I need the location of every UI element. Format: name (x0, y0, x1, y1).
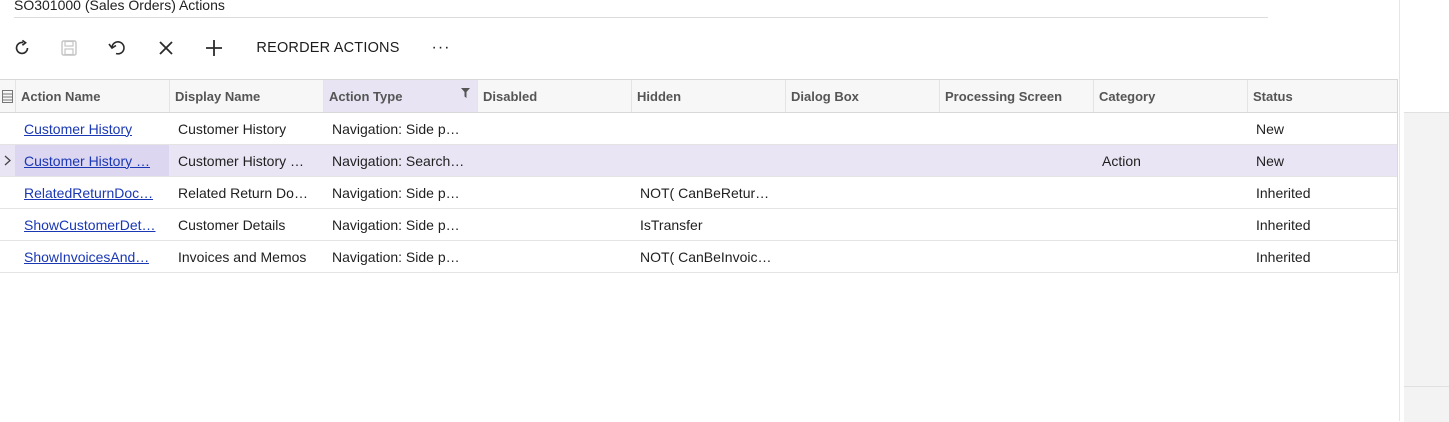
cell-hidden[interactable]: NOT( CanBeRetur… (631, 177, 785, 208)
table-settings-icon (2, 89, 13, 103)
cell-status[interactable]: Inherited (1247, 241, 1397, 272)
side-panel-bottom (1404, 386, 1449, 422)
undo-icon (108, 41, 125, 55)
col-action-type[interactable]: Action Type (323, 80, 477, 112)
col-status[interactable]: Status (1247, 80, 1397, 112)
col-action-name[interactable]: Action Name (15, 80, 169, 112)
action-name-link[interactable]: ShowCustomerDet… (24, 217, 156, 233)
row-indicator[interactable] (0, 145, 15, 176)
table-row-selected[interactable]: Customer History … Customer History … Na… (0, 145, 1397, 177)
cell-disabled[interactable] (477, 145, 631, 176)
main-panel: SO301000 (Sales Orders) Actions REORDER … (0, 0, 1399, 421)
cell-action-name[interactable]: ShowInvoicesAnd… (15, 241, 169, 272)
delete-button[interactable] (150, 30, 182, 66)
panel-title-bar: SO301000 (Sales Orders) Actions (14, 0, 1268, 18)
cell-processing-screen[interactable] (939, 241, 1093, 272)
table-row[interactable]: ShowInvoicesAnd… Invoices and Memos Navi… (0, 241, 1397, 273)
cell-display-name[interactable]: Customer Details (169, 209, 323, 240)
col-display-name[interactable]: Display Name (169, 80, 323, 112)
more-button[interactable]: ··· (424, 30, 458, 66)
more-icon: ··· (431, 39, 451, 56)
actions-grid: Action Name Display Name Action Type Dis… (0, 79, 1398, 273)
cell-dialog-box[interactable] (785, 241, 939, 272)
table-row[interactable]: ShowCustomerDet… Customer Details Naviga… (0, 209, 1397, 241)
cell-processing-screen[interactable] (939, 145, 1093, 176)
cell-hidden[interactable] (631, 113, 785, 144)
cell-dialog-box[interactable] (785, 209, 939, 240)
cell-category[interactable]: Action (1093, 145, 1247, 176)
cell-action-type[interactable]: Navigation: Side p… (323, 209, 477, 240)
cell-dialog-box[interactable] (785, 113, 939, 144)
refresh-icon (15, 39, 29, 55)
cell-display-name[interactable]: Customer History (169, 113, 323, 144)
action-name-link[interactable]: RelatedReturnDoc… (24, 185, 153, 201)
col-category[interactable]: Category (1093, 80, 1247, 112)
cell-display-name[interactable]: Invoices and Memos (169, 241, 323, 272)
cell-status[interactable]: Inherited (1247, 177, 1397, 208)
reorder-actions-button[interactable]: REORDER ACTIONS (246, 30, 410, 66)
side-panel (1399, 0, 1449, 422)
toolbar: REORDER ACTIONS ··· (0, 30, 1399, 66)
cell-action-type[interactable]: Navigation: Side p… (323, 241, 477, 272)
row-indicator[interactable] (0, 177, 15, 208)
undo-button[interactable] (101, 30, 133, 66)
cell-dialog-box[interactable] (785, 145, 939, 176)
cell-disabled[interactable] (477, 241, 631, 272)
filter-icon[interactable] (461, 88, 470, 98)
save-button[interactable] (53, 30, 85, 66)
cell-action-type[interactable]: Navigation: Side p… (323, 177, 477, 208)
cell-hidden[interactable] (631, 145, 785, 176)
cell-display-name[interactable]: Related Return Do… (169, 177, 323, 208)
cell-dialog-box[interactable] (785, 177, 939, 208)
cell-status[interactable]: Inherited (1247, 209, 1397, 240)
chevron-right-icon (4, 155, 11, 166)
refresh-button[interactable] (6, 30, 38, 66)
row-indicator[interactable] (0, 209, 15, 240)
cell-action-name[interactable]: Customer History (15, 113, 169, 144)
action-name-link[interactable]: ShowInvoicesAnd… (24, 249, 149, 265)
cell-processing-screen[interactable] (939, 177, 1093, 208)
col-hidden[interactable]: Hidden (631, 80, 785, 112)
cell-display-name[interactable]: Customer History … (169, 145, 323, 176)
grid-header: Action Name Display Name Action Type Dis… (0, 80, 1397, 113)
action-name-link[interactable]: Customer History (24, 121, 132, 137)
table-row[interactable]: Customer History Customer History Naviga… (0, 113, 1397, 145)
save-icon (61, 40, 77, 56)
cell-status[interactable]: New (1247, 113, 1397, 144)
close-icon (159, 41, 173, 55)
cell-category[interactable] (1093, 209, 1247, 240)
panel-title: SO301000 (Sales Orders) Actions (14, 0, 225, 13)
cell-category[interactable] (1093, 241, 1247, 272)
cell-hidden[interactable]: IsTransfer (631, 209, 785, 240)
cell-action-type[interactable]: Navigation: Search… (323, 145, 477, 176)
cell-action-name[interactable]: RelatedReturnDoc… (15, 177, 169, 208)
cell-category[interactable] (1093, 177, 1247, 208)
cell-disabled[interactable] (477, 177, 631, 208)
cell-hidden[interactable]: NOT( CanBeInvoic… (631, 241, 785, 272)
cell-disabled[interactable] (477, 209, 631, 240)
side-panel-top (1404, 0, 1449, 113)
add-button[interactable] (198, 30, 230, 66)
cell-processing-screen[interactable] (939, 113, 1093, 144)
table-row[interactable]: RelatedReturnDoc… Related Return Do… Nav… (0, 177, 1397, 209)
cell-action-name[interactable]: Customer History … (15, 145, 169, 176)
row-indicator[interactable] (0, 241, 15, 272)
cell-category[interactable] (1093, 113, 1247, 144)
cell-action-name[interactable]: ShowCustomerDet… (15, 209, 169, 240)
col-processing-screen[interactable]: Processing Screen (939, 80, 1093, 112)
col-dialog-box[interactable]: Dialog Box (785, 80, 939, 112)
cell-status[interactable]: New (1247, 145, 1397, 176)
action-name-link[interactable]: Customer History … (24, 153, 150, 169)
plus-icon (206, 40, 222, 56)
cell-processing-screen[interactable] (939, 209, 1093, 240)
row-indicator[interactable] (0, 113, 15, 144)
column-chooser-button[interactable] (0, 80, 15, 112)
cell-disabled[interactable] (477, 113, 631, 144)
cell-action-type[interactable]: Navigation: Side p… (323, 113, 477, 144)
reorder-actions-label: REORDER ACTIONS (256, 40, 400, 56)
col-disabled[interactable]: Disabled (477, 80, 631, 112)
